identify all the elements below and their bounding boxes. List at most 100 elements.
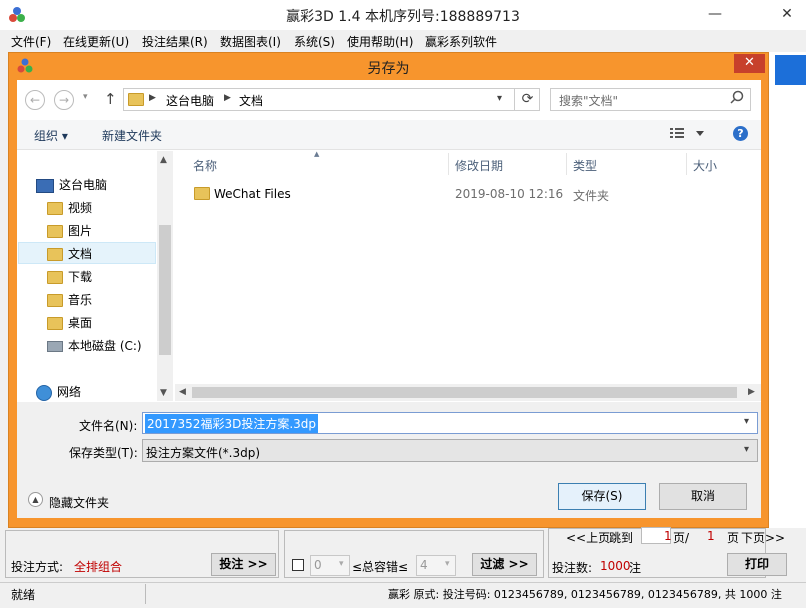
collapse-icon[interactable]: ▲	[28, 492, 43, 507]
tree-item-desktop[interactable]: 桌面	[47, 312, 92, 334]
tree-item-label: 网络	[57, 385, 82, 399]
page-value: 1	[664, 529, 672, 543]
computer-icon	[36, 178, 54, 193]
address-dropdown-icon[interactable]: ▾	[497, 93, 502, 104]
chevron-down-icon: ▾	[445, 559, 450, 569]
refresh-icon[interactable]: ⟳	[514, 88, 540, 111]
bet-count-value: 1000	[600, 559, 631, 573]
column-type[interactable]: 类型	[573, 157, 597, 174]
search-icon	[730, 90, 744, 107]
tree-item-label: 文档	[68, 247, 93, 261]
filetype-label: 保存类型(T):	[69, 446, 138, 460]
filename-label: 文件名(N):	[79, 419, 138, 433]
tree-item-label: 这台电脑	[59, 178, 108, 192]
save-button[interactable]: 保存(S)	[558, 483, 646, 510]
column-size[interactable]: 大小	[693, 157, 717, 174]
breadcrumb-documents[interactable]: 文档	[239, 92, 263, 109]
chevron-down-icon: ▾	[339, 559, 344, 569]
column-divider	[566, 153, 567, 175]
network-icon	[36, 384, 52, 401]
scroll-down-icon[interactable]: ▼	[160, 388, 167, 398]
drive-icon	[47, 341, 63, 352]
status-ready: 就绪	[11, 588, 36, 602]
menu-bet-results[interactable]: 投注结果(R)	[142, 33, 208, 50]
status-divider	[145, 584, 146, 604]
scroll-right-icon[interactable]: ▶	[748, 387, 755, 397]
tree-item-label: 本地磁盘 (C:)	[68, 339, 142, 353]
minimize-button[interactable]: —	[700, 0, 730, 30]
filetype-value: 投注方案文件(*.3dp)	[146, 446, 261, 460]
scroll-up-icon[interactable]: ▲	[160, 155, 167, 165]
filetype-dropdown-icon[interactable]: ▾	[744, 444, 749, 455]
menu-system[interactable]: 系统(S)	[294, 33, 335, 50]
organize-button[interactable]: 组织 ▾	[34, 127, 68, 144]
folder-documents-icon	[47, 248, 63, 261]
file-name: WeChat Files	[214, 187, 291, 201]
filter-checkbox[interactable]	[292, 559, 304, 571]
file-type: 文件夹	[573, 189, 610, 203]
folder-pictures-icon	[47, 225, 63, 238]
column-name[interactable]: 名称	[193, 157, 217, 174]
menu-data-charts[interactable]: 数据图表(I)	[220, 33, 281, 50]
page-sep-label: 页/	[673, 531, 690, 545]
tree-item-downloads[interactable]: 下载	[47, 266, 92, 288]
back-icon[interactable]: ←	[25, 90, 45, 110]
menu-file[interactable]: 文件(F)	[11, 33, 51, 50]
file-date: 2019-08-10 12:16	[455, 187, 564, 201]
close-button[interactable]: ✕	[770, 0, 804, 30]
max-tolerance-value: 4	[420, 558, 428, 572]
search-placeholder: 搜索"文档"	[559, 94, 619, 108]
tree-scroll-thumb[interactable]	[159, 225, 171, 355]
scroll-left-icon[interactable]: ◀	[179, 387, 186, 397]
tree-item-videos[interactable]: 视频	[47, 197, 92, 219]
tree-item-network[interactable]: 网络	[36, 381, 81, 403]
tree-item-label: 音乐	[68, 293, 93, 307]
chevron-right-icon: ▶	[224, 93, 231, 103]
tree-item-music[interactable]: 音乐	[47, 289, 92, 311]
view-options-icon[interactable]	[670, 126, 704, 143]
filename-dropdown-icon[interactable]: ▾	[744, 416, 749, 427]
bet-button[interactable]: 投注 >>	[211, 553, 276, 576]
bet-count-unit: 注	[629, 561, 642, 575]
tree-item-local-disk[interactable]: 本地磁盘 (C:)	[47, 335, 142, 357]
app-title: 赢彩3D 1.4 本机序列号:188889713	[286, 9, 520, 25]
dialog-title: 另存为	[367, 61, 410, 77]
tree-item-documents[interactable]: 文档	[18, 242, 156, 264]
tree-item-label: 图片	[68, 224, 93, 238]
jump-label: 跳到	[609, 531, 634, 545]
menu-online-update[interactable]: 在线更新(U)	[63, 33, 129, 50]
status-summary: 赢彩 原式: 投注号码: 0123456789, 0123456789, 012…	[388, 588, 782, 601]
column-date[interactable]: 修改日期	[455, 157, 503, 174]
column-divider	[448, 153, 449, 175]
cancel-button[interactable]: 取消	[659, 483, 747, 510]
tree-item-label: 桌面	[68, 316, 93, 330]
menu-help[interactable]: 使用帮助(H)	[347, 33, 413, 50]
breadcrumb-this-pc[interactable]: 这台电脑	[166, 92, 214, 109]
bet-mode-value: 全排组合	[74, 560, 123, 574]
prev-page-button[interactable]: <<上页	[566, 529, 610, 546]
print-button[interactable]: 打印	[727, 553, 787, 576]
tree-item-pictures[interactable]: 图片	[47, 220, 92, 242]
right-panel	[766, 52, 806, 532]
filter-button[interactable]: 过滤 >>	[472, 553, 537, 576]
next-page-button[interactable]: 下页>>	[741, 529, 785, 546]
bet-count-label: 投注数:	[552, 561, 593, 575]
hide-folders-button[interactable]: 隐藏文件夹	[49, 494, 109, 511]
dialog-close-button[interactable]: ✕	[734, 54, 765, 73]
tree-item-this-pc[interactable]: 这台电脑	[36, 174, 107, 196]
help-icon[interactable]: ?	[733, 126, 748, 141]
history-dropdown-icon[interactable]: ▾	[83, 92, 88, 102]
tolerance-label: ≤总容错≤	[352, 560, 409, 574]
column-divider	[686, 153, 687, 175]
sort-up-icon: ▲	[314, 150, 320, 158]
menu-series-software[interactable]: 赢彩系列软件	[425, 33, 497, 50]
new-folder-button[interactable]: 新建文件夹	[102, 127, 162, 144]
filename-value: 2017352福彩3D投注方案.3dp	[145, 414, 319, 433]
right-tab[interactable]	[775, 55, 806, 85]
list-scroll-thumb[interactable]	[192, 387, 737, 398]
folder-video-icon	[47, 202, 63, 215]
forward-icon[interactable]: →	[54, 90, 74, 110]
chevron-right-icon: ▶	[149, 93, 156, 103]
up-icon[interactable]: ↑	[104, 90, 117, 108]
folder-downloads-icon	[47, 271, 63, 284]
